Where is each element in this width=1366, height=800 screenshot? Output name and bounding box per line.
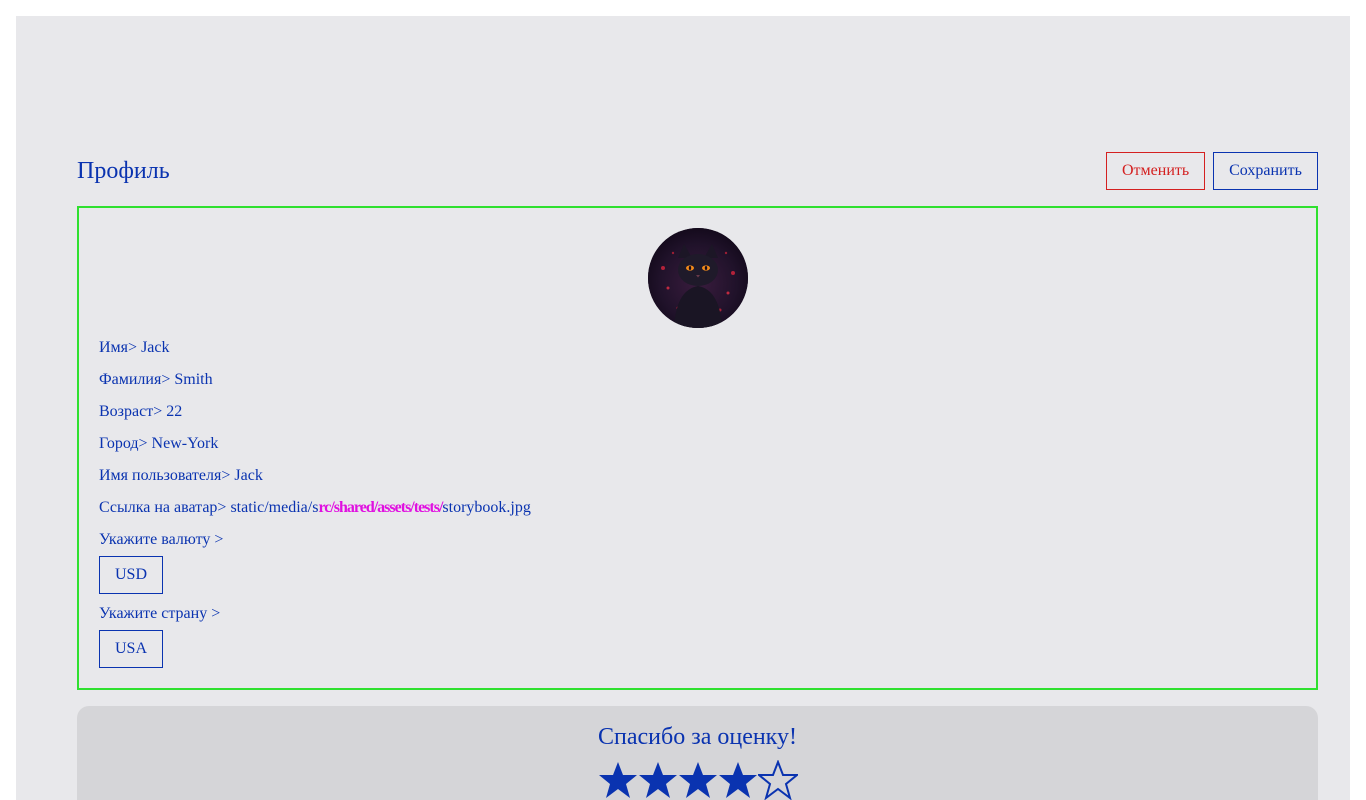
star-icon-2[interactable] [638,760,678,800]
country-select[interactable]: USA [99,630,163,668]
rating-title: Спасибо за оценку! [598,724,797,750]
avatar-link-overlay: rc/shared/assets/tests/ [318,499,443,516]
app-root: Профиль Отменить Сохранить Имя> Jack Фам… [16,16,1350,800]
profile-card: Имя> Jack Фамилия> Smith Возраст> 22 Гор… [77,206,1318,690]
field-city: Город> New-York [99,434,218,454]
cancel-button[interactable]: Отменить [1106,152,1205,190]
field-last-name: Фамилия> Smith [99,370,213,390]
field-label: Фамилия> [99,371,171,388]
star-icon-4[interactable] [718,760,758,800]
field-label: Имя> [99,339,138,356]
field-value[interactable]: Jack [234,467,262,484]
avatar-link-prefix: static/media/s [230,499,319,516]
field-value[interactable]: 22 [166,403,182,420]
currency-select[interactable]: USD [99,556,163,594]
country-label: Укажите страну > [99,605,221,622]
field-value[interactable]: New-York [152,435,219,452]
field-value[interactable]: Jack [141,339,169,356]
field-label: Ссылка на аватар> [99,499,227,516]
avatar [648,228,748,328]
avatar-link-suffix: storybook.jpg [442,499,531,516]
field-label: Возраст> [99,403,163,420]
field-username: Имя пользователя> Jack [99,466,263,486]
field-value[interactable]: static/media/src/shared/assets/tests/sto… [230,499,530,516]
rating-stars [598,760,798,800]
profile-header: Профиль Отменить Сохранить [77,152,1318,190]
field-label: Имя пользователя> [99,467,231,484]
star-icon-3[interactable] [678,760,718,800]
page-title: Профиль [77,158,170,184]
field-value[interactable]: Smith [174,371,212,388]
cat-avatar-icon [648,228,748,328]
save-button[interactable]: Сохранить [1213,152,1318,190]
field-label: Город> [99,435,148,452]
currency-label: Укажите валюту > [99,531,224,548]
rating-card: Спасибо за оценку! [77,706,1318,800]
star-icon-1[interactable] [598,760,638,800]
field-first-name: Имя> Jack [99,338,170,358]
field-avatar-link: Ссылка на аватар> static/media/src/share… [99,498,531,518]
star-icon-5[interactable] [758,760,798,800]
field-age: Возраст> 22 [99,402,182,422]
